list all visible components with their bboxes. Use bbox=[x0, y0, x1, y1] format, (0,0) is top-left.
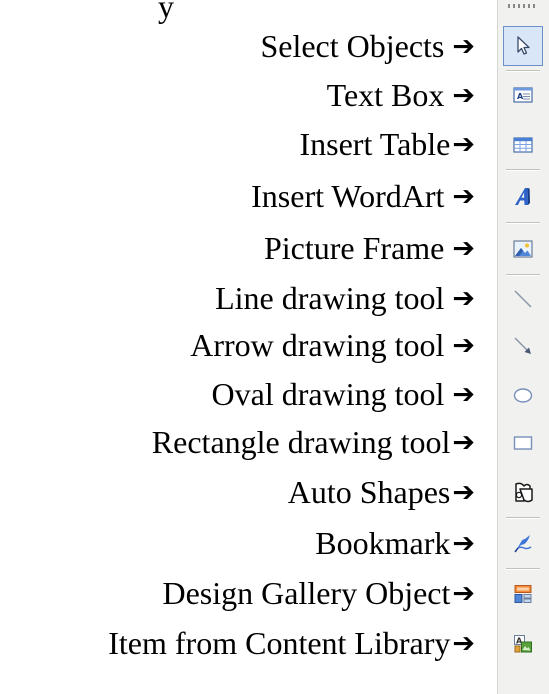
label-row-insert-table: Insert Table ➔ bbox=[299, 122, 475, 166]
label-row-oval: Oval drawing tool ➔ bbox=[212, 372, 475, 416]
autoshapes-button[interactable] bbox=[503, 473, 543, 513]
tool-label: Select Objects bbox=[260, 27, 445, 64]
pointer-arrow-icon: ➔ bbox=[452, 79, 475, 111]
toolbar-separator bbox=[506, 568, 540, 570]
label-row-select-objects: Select Objects ➔ bbox=[260, 24, 475, 68]
pointer-arrow-icon: ➔ bbox=[452, 577, 475, 609]
tool-label: Insert Table bbox=[299, 125, 451, 162]
tool-label: Insert WordArt bbox=[251, 177, 445, 214]
pointer-arrow-icon: ➔ bbox=[452, 30, 475, 62]
tool-label: Bookmark bbox=[315, 524, 451, 561]
insert-table-button[interactable] bbox=[503, 125, 543, 165]
insert-table-icon bbox=[513, 137, 533, 153]
autoshapes-icon bbox=[515, 482, 533, 503]
oval-tool-button[interactable] bbox=[503, 375, 543, 415]
heading-fragment: y bbox=[158, 0, 174, 24]
pointer-arrow-icon: ➔ bbox=[452, 180, 475, 212]
toolbar-separator bbox=[506, 169, 540, 171]
oval-icon bbox=[513, 388, 533, 403]
content-library-button[interactable]: A bbox=[503, 624, 543, 664]
label-row-bookmark: Bookmark ➔ bbox=[315, 521, 475, 565]
label-row-rectangle: Rectangle drawing tool ➔ bbox=[152, 420, 475, 464]
tool-label: Auto Shapes bbox=[287, 473, 451, 510]
wordart-icon bbox=[515, 188, 530, 205]
arrow-line-icon bbox=[514, 337, 531, 354]
design-gallery-button[interactable] bbox=[503, 574, 543, 614]
rectangle-tool-button[interactable] bbox=[503, 423, 543, 463]
arrow-tool-button[interactable] bbox=[503, 326, 543, 366]
picture-frame-button[interactable] bbox=[503, 229, 543, 269]
pointer-arrow-icon: ➔ bbox=[452, 282, 475, 314]
tool-label: Rectangle drawing tool bbox=[151, 423, 451, 460]
select-objects-icon bbox=[517, 36, 530, 55]
label-row-insert-wordart: Insert WordArt ➔ bbox=[251, 174, 475, 218]
bookmark-button[interactable] bbox=[503, 524, 543, 564]
tool-label: Line drawing tool bbox=[215, 279, 445, 316]
bookmark-icon bbox=[514, 535, 532, 553]
toolbar-separator bbox=[506, 222, 540, 224]
line-icon bbox=[514, 290, 532, 308]
label-row-auto-shapes: Auto Shapes ➔ bbox=[288, 470, 475, 514]
picture-frame-icon bbox=[513, 240, 533, 258]
tool-label: Design Gallery Object bbox=[162, 574, 451, 611]
toolbar-separator bbox=[506, 70, 540, 72]
label-row-arrow: Arrow drawing tool ➔ bbox=[190, 323, 475, 367]
pointer-arrow-icon: ➔ bbox=[452, 527, 475, 559]
select-objects-button[interactable] bbox=[503, 26, 543, 66]
text-box-button[interactable]: A bbox=[503, 75, 543, 115]
label-row-design-gallery: Design Gallery Object ➔ bbox=[162, 571, 475, 615]
tool-label: Picture Frame bbox=[263, 229, 445, 266]
svg-text:A: A bbox=[517, 92, 524, 101]
objects-toolbar: A A bbox=[497, 0, 549, 694]
toolbar-grip-handle[interactable] bbox=[508, 4, 538, 8]
pointer-arrow-icon: ➔ bbox=[452, 426, 475, 458]
tool-label: Text Box bbox=[326, 76, 445, 113]
tool-label: Item from Content Library bbox=[108, 624, 451, 661]
label-row-picture-frame: Picture Frame ➔ bbox=[264, 226, 475, 270]
pointer-arrow-icon: ➔ bbox=[452, 627, 475, 659]
toolbar-separator bbox=[506, 274, 540, 276]
text-box-icon: A bbox=[513, 87, 533, 103]
label-row-line: Line drawing tool ➔ bbox=[215, 276, 475, 320]
tool-label: Arrow drawing tool bbox=[190, 326, 445, 363]
tool-label: Oval drawing tool bbox=[211, 375, 445, 412]
line-tool-button[interactable] bbox=[503, 279, 543, 319]
pointer-arrow-icon: ➔ bbox=[452, 378, 475, 410]
content-library-icon: A bbox=[514, 635, 532, 653]
toolbar-separator bbox=[506, 517, 540, 519]
rectangle-icon bbox=[513, 436, 533, 450]
design-gallery-icon bbox=[514, 585, 532, 603]
pointer-arrow-icon: ➔ bbox=[452, 329, 475, 361]
insert-wordart-button[interactable] bbox=[503, 177, 543, 217]
pointer-arrow-icon: ➔ bbox=[452, 128, 475, 160]
pointer-arrow-icon: ➔ bbox=[452, 476, 475, 508]
pointer-arrow-icon: ➔ bbox=[452, 232, 475, 264]
label-row-text-box: Text Box ➔ bbox=[327, 73, 475, 117]
label-row-content-library: Item from Content Library ➔ bbox=[108, 621, 475, 665]
